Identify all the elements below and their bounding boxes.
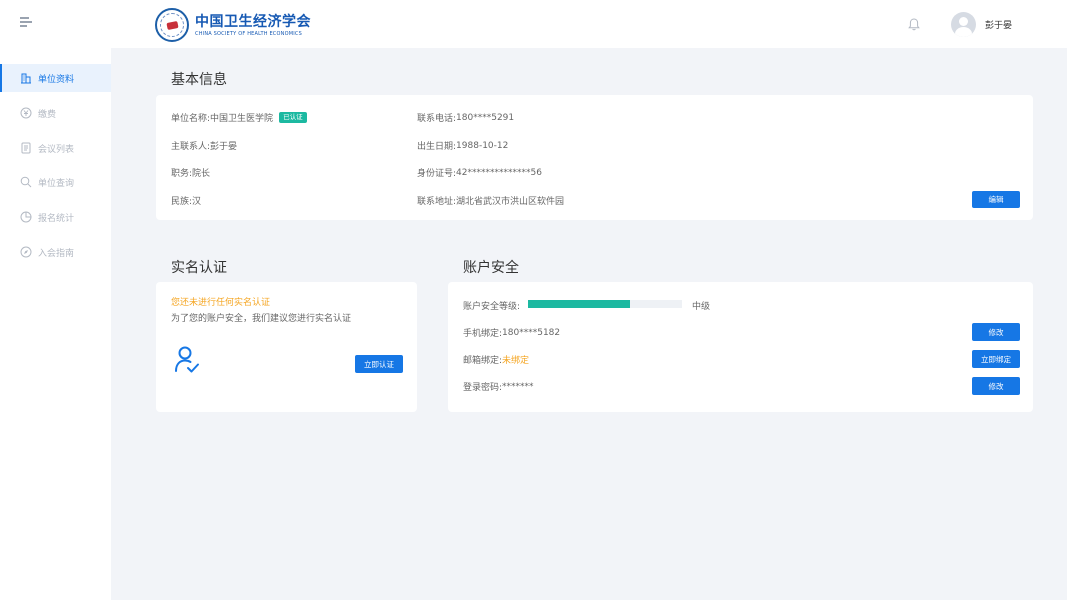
real-name-title: 实名认证 xyxy=(171,260,227,276)
phone-value: 180****5291 xyxy=(456,112,515,123)
contact-value: 彭于晏 xyxy=(210,142,238,152)
security-level-text: 中级 xyxy=(692,302,711,312)
payment-icon xyxy=(20,107,32,119)
sidebar-item-payment[interactable]: 缴费 xyxy=(0,99,111,127)
ethnicity-value: 汉 xyxy=(192,197,202,207)
unit-name-value: 中国卫生医学院 xyxy=(210,114,274,124)
address-value: 湖北省武汉市洪山区软件园 xyxy=(456,197,565,207)
basic-info-title: 基本信息 xyxy=(171,72,227,88)
menu-toggle-icon[interactable] xyxy=(20,17,32,27)
sidebar: 单位资料 缴费 会议列表 单位查询 报名统计 入会指南 xyxy=(0,48,111,600)
contact-label: 主联系人: xyxy=(171,142,211,152)
document-list-icon xyxy=(21,142,31,154)
logo-emblem xyxy=(155,8,189,42)
basic-info-card: 单位名称: 中国卫生医学院 已认证 主联系人: 彭于晏 职务: 院长 民族: 汉… xyxy=(156,95,1033,220)
logo[interactable]: 中国卫生经济学会 CHINA SOCIETY OF HEALTH ECONOMI… xyxy=(155,8,311,42)
bell-icon[interactable] xyxy=(908,18,920,31)
logo-title: 中国卫生经济学会 xyxy=(195,13,311,30)
modify-phone-button[interactable]: 修改 xyxy=(972,323,1020,341)
birth-label: 出生日期: xyxy=(417,142,457,152)
top-bar: 中国卫生经济学会 CHINA SOCIETY OF HEALTH ECONOMI… xyxy=(0,0,1067,48)
real-name-card: 您还未进行任何实名认证 为了您的账户安全，我们建议您进行实名认证 立即认证 xyxy=(156,282,417,412)
birth-value: 1988-10-12 xyxy=(456,140,509,151)
building-icon xyxy=(21,73,31,84)
compass-icon xyxy=(20,246,32,258)
position-label: 职务: xyxy=(171,169,193,179)
contact-row: 主联系人: 彭于晏 xyxy=(171,139,237,152)
sidebar-item-unit-query[interactable]: 单位查询 xyxy=(0,168,111,196)
email-binding-status: 未绑定 xyxy=(502,356,530,366)
ethnicity-row: 民族: 汉 xyxy=(171,194,201,207)
logo-text: 中国卫生经济学会 CHINA SOCIETY OF HEALTH ECONOMI… xyxy=(195,14,311,37)
address-label: 联系地址: xyxy=(417,197,457,207)
phone-label: 联系电话: xyxy=(417,114,457,124)
phone-binding-value: 180****5182 xyxy=(502,327,561,338)
real-name-warning: 您还未进行任何实名认证 xyxy=(171,298,271,308)
modify-password-button[interactable]: 修改 xyxy=(972,377,1020,395)
bind-email-button[interactable]: 立即绑定 xyxy=(972,350,1020,368)
verified-badge: 已认证 xyxy=(279,112,307,123)
sidebar-item-membership-guide[interactable]: 入会指南 xyxy=(0,238,111,266)
user-check-icon xyxy=(175,346,199,373)
unit-name-label: 单位名称: xyxy=(171,114,211,124)
password-value: ******* xyxy=(502,381,534,392)
birth-row: 出生日期: 1988-10-12 xyxy=(417,139,509,153)
security-level-bar xyxy=(528,300,682,308)
position-value: 院长 xyxy=(192,169,211,179)
security-level-label: 账户安全等级: xyxy=(463,302,521,312)
security-title: 账户安全 xyxy=(463,260,519,276)
address-row: 联系地址: 湖北省武汉市洪山区软件园 xyxy=(417,194,564,207)
sidebar-item-label: 会议列表 xyxy=(38,144,75,155)
sidebar-item-meetings[interactable]: 会议列表 xyxy=(0,134,111,162)
sidebar-item-registration-stats[interactable]: 报名统计 xyxy=(0,203,111,231)
position-row: 职务: 院长 xyxy=(171,166,210,179)
pie-chart-icon xyxy=(20,211,32,223)
unit-name-row: 单位名称: 中国卫生医学院 已认证 xyxy=(171,111,307,124)
email-binding-label: 邮箱绑定: xyxy=(463,356,503,366)
password-label: 登录密码: xyxy=(463,383,503,393)
logo-subtitle: CHINA SOCIETY OF HEALTH ECONOMICS xyxy=(195,30,302,37)
user-avatar-icon[interactable] xyxy=(951,12,976,37)
password-row: 登录密码: ******* xyxy=(463,380,534,394)
sidebar-item-unit-info[interactable]: 单位资料 xyxy=(0,64,111,92)
user-name[interactable]: 彭于晏 xyxy=(985,18,1012,31)
verify-now-button[interactable]: 立即认证 xyxy=(355,355,403,373)
edit-button[interactable]: 编辑 xyxy=(972,191,1020,208)
ethnicity-label: 民族: xyxy=(171,197,193,207)
sidebar-item-label: 单位查询 xyxy=(38,178,75,189)
security-level-fill xyxy=(528,300,630,308)
email-binding-row: 邮箱绑定: 未绑定 xyxy=(463,353,529,366)
phone-row: 联系电话: 180****5291 xyxy=(417,111,515,125)
real-name-hint: 为了您的账户安全，我们建议您进行实名认证 xyxy=(171,314,352,324)
id-value: 42**************56 xyxy=(456,167,542,178)
sidebar-item-label: 缴费 xyxy=(38,109,57,120)
phone-binding-row: 手机绑定: 180****5182 xyxy=(463,326,561,340)
phone-binding-label: 手机绑定: xyxy=(463,329,503,339)
search-icon xyxy=(20,176,32,188)
sidebar-item-label: 入会指南 xyxy=(38,248,75,259)
sidebar-item-label: 报名统计 xyxy=(38,213,75,224)
id-label: 身份证号: xyxy=(417,169,457,179)
sidebar-item-label: 单位资料 xyxy=(38,74,75,85)
id-row: 身份证号: 42**************56 xyxy=(417,166,542,180)
